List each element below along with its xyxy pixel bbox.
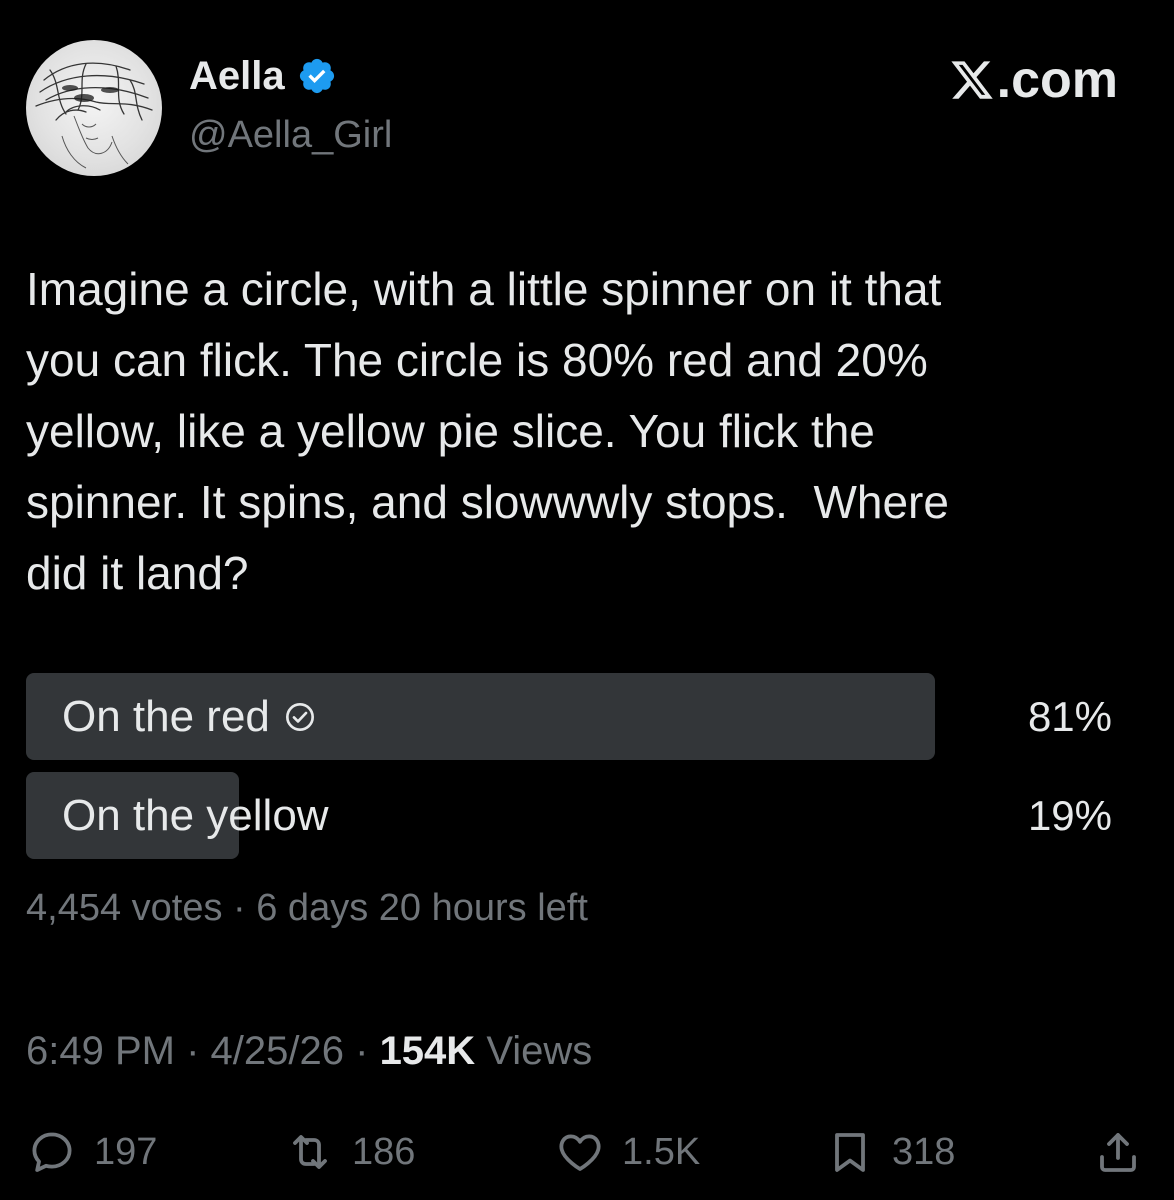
heart-icon	[559, 1134, 601, 1171]
verified-badge-icon	[299, 58, 334, 94]
retweet-button[interactable]: 186	[286, 1120, 415, 1184]
views-count: 154K	[379, 1029, 476, 1073]
brand-mark: .com	[949, 52, 1118, 108]
share-button[interactable]	[1094, 1120, 1142, 1184]
poll-option-yellow[interactable]: On the yellow 19%	[26, 772, 1136, 859]
avatar[interactable]	[26, 40, 162, 176]
action-bar: 197 186 1.5K 318	[0, 1120, 1174, 1184]
tweet-text: Imagine a circle, with a little spinner …	[26, 263, 949, 599]
share-icon	[1100, 1133, 1136, 1172]
reply-count: 197	[94, 1130, 158, 1173]
author-name[interactable]: Aella	[189, 52, 285, 100]
poll-option-red[interactable]: On the red 81%	[26, 673, 1136, 760]
tweet-card: Aella @Aella_Girl .com Imagine a circle,…	[0, 0, 1174, 1200]
tweet-time: 6:49 PM	[26, 1029, 175, 1073]
bookmark-count: 318	[892, 1130, 956, 1173]
bookmark-icon	[835, 1133, 865, 1172]
avatar-sketch-image	[35, 62, 153, 169]
x-logo-icon	[951, 61, 993, 99]
tweet-date: 4/25/26	[210, 1029, 344, 1073]
retweet-count: 186	[352, 1130, 416, 1173]
poll-option-label: On the yellow	[62, 790, 329, 840]
retweet-icon	[293, 1135, 327, 1169]
separator-dot: ·	[355, 1029, 380, 1073]
voted-check-icon	[285, 702, 314, 731]
tweet-timestamp[interactable]: 6:49 PM · 4/25/26 · 154K Views	[26, 1026, 592, 1076]
author-handle[interactable]: @Aella_Girl	[189, 112, 392, 158]
views-label: Views	[486, 1029, 593, 1073]
reply-icon	[32, 1132, 72, 1172]
poll-option-percent: 19%	[1027, 791, 1112, 839]
poll-option-percent: 81%	[1027, 692, 1112, 740]
poll-meta: 4,454 votes · 6 days 20 hours left	[26, 887, 588, 929]
brand-domain: .com	[996, 51, 1118, 109]
like-button[interactable]: 1.5K	[556, 1120, 700, 1184]
like-count: 1.5K	[622, 1130, 701, 1173]
poll-option-label: On the red	[62, 691, 270, 741]
reply-button[interactable]: 197	[28, 1120, 157, 1184]
bookmark-button[interactable]: 318	[826, 1120, 955, 1184]
separator-dot: ·	[186, 1029, 211, 1073]
author-name-row[interactable]: Aella	[189, 52, 337, 100]
